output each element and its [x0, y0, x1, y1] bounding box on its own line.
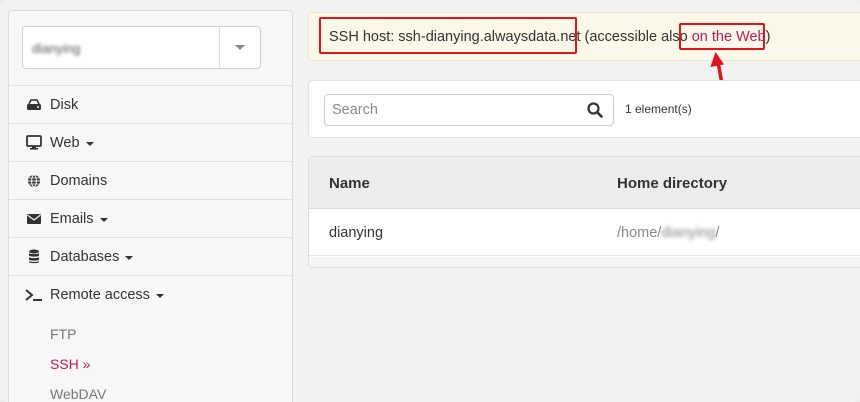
globe-icon	[24, 173, 43, 189]
alert-middle-text: (accessible also	[580, 29, 692, 45]
terminal-icon	[24, 287, 43, 303]
list-toolbar: 1 element(s)	[308, 80, 860, 138]
sidebar-item-label: Emails	[50, 210, 94, 227]
table-row[interactable]: dianying /home/dianying/	[309, 209, 860, 256]
sidebar-subitem-ftp[interactable]: FTP	[9, 319, 292, 349]
chevron-down-icon	[235, 45, 245, 50]
column-header-home-directory[interactable]: Home directory	[617, 175, 727, 192]
search-icon[interactable]	[586, 101, 604, 119]
sidebar-item-databases[interactable]: Databases	[9, 237, 292, 275]
sidebar-item-label: Web	[50, 134, 80, 151]
app-frame: dianying Disk Web Domains Emails Databas…	[0, 0, 860, 402]
monitor-icon	[24, 135, 43, 151]
disk-icon	[24, 97, 43, 113]
home-suffix: /	[715, 225, 720, 241]
column-header-name[interactable]: Name	[329, 175, 370, 192]
alert-text: SSH host: ssh-dianying.alwaysdata.net (a…	[329, 29, 770, 45]
account-select[interactable]: dianying	[22, 26, 261, 69]
caret-down-icon	[99, 217, 108, 222]
sidebar-subitem-webdav[interactable]: WebDAV	[9, 379, 292, 402]
caret-down-icon	[155, 293, 164, 298]
ssh-users-table: Name Home directory dianying /home/diany…	[308, 156, 860, 268]
account-name: dianying	[32, 41, 81, 56]
element-count: 1 element(s)	[625, 102, 692, 116]
web-access-link[interactable]: on the Web	[692, 29, 766, 45]
account-dropdown-toggle[interactable]	[219, 27, 260, 68]
cell-home-directory: /home/dianying/	[617, 225, 719, 241]
sidebar-item-label: Remote access	[50, 286, 150, 303]
cell-name[interactable]: dianying	[329, 225, 383, 241]
envelope-icon	[24, 211, 43, 227]
ssh-host-alert: SSH host: ssh-dianying.alwaysdata.net (a…	[308, 12, 860, 61]
ssh-host-text: SSH host: ssh-dianying.alwaysdata.net	[329, 29, 581, 45]
sidebar-item-label: Domains	[50, 172, 108, 189]
remote-access-submenu: FTP SSH » WebDAV	[9, 313, 292, 402]
sidebar: dianying Disk Web Domains Emails Databas…	[8, 10, 293, 402]
sidebar-subitem-ssh[interactable]: SSH »	[9, 349, 292, 379]
sidebar-item-emails[interactable]: Emails	[9, 199, 292, 237]
sidebar-item-web[interactable]: Web	[9, 123, 292, 161]
sidebar-item-label: Disk	[50, 96, 79, 113]
table-footer	[309, 257, 860, 267]
sidebar-item-disk[interactable]: Disk	[9, 85, 292, 123]
sidebar-item-domains[interactable]: Domains	[9, 161, 292, 199]
database-icon	[24, 249, 43, 265]
alert-end-text: )	[765, 29, 771, 45]
sidebar-nav: Disk Web Domains Emails Databases Remote…	[9, 85, 292, 402]
caret-down-icon	[125, 255, 134, 260]
table-header: Name Home directory	[309, 157, 860, 209]
sidebar-item-remote-access[interactable]: Remote access	[9, 275, 292, 313]
sidebar-item-label: Databases	[50, 248, 120, 265]
home-user: dianying	[661, 225, 716, 241]
home-prefix: /home/	[617, 225, 662, 241]
search-input[interactable]	[325, 95, 575, 125]
search-box	[324, 94, 614, 126]
caret-down-icon	[85, 141, 94, 146]
